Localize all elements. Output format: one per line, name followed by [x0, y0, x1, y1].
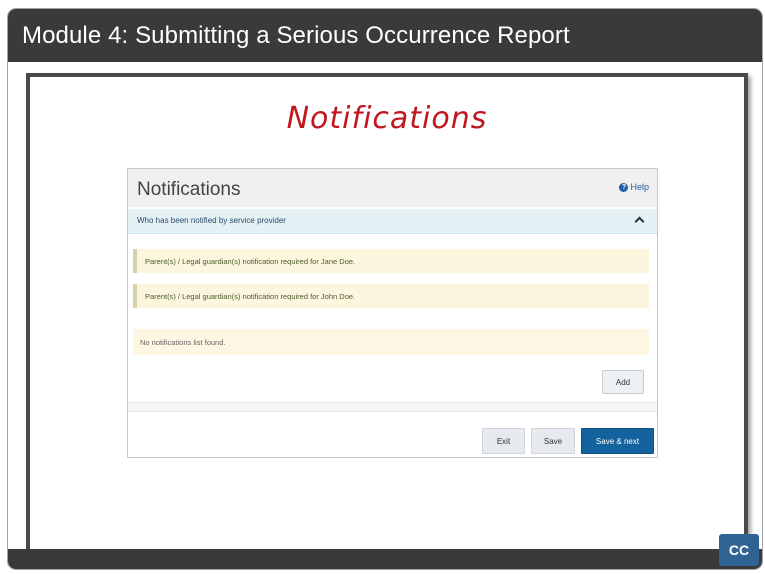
player-window: Module 4: Submitting a Serious Occurrenc…: [7, 8, 763, 570]
closed-captions-button[interactable]: CC: [719, 534, 759, 566]
alert-text: Parent(s) / Legal guardian(s) notificati…: [145, 257, 356, 266]
empty-message-text: No notifications list found.: [140, 338, 226, 347]
alert-text: Parent(s) / Legal guardian(s) notificati…: [145, 292, 356, 301]
module-title: Module 4: Submitting a Serious Occurrenc…: [22, 22, 570, 49]
divider: [128, 402, 657, 412]
alert-notification-john: Parent(s) / Legal guardian(s) notificati…: [133, 284, 649, 308]
empty-list-message: No notifications list found.: [133, 329, 649, 355]
help-label: Help: [630, 182, 649, 192]
exit-button[interactable]: Exit: [482, 428, 525, 454]
player-bottom-bar: [8, 549, 762, 569]
save-button[interactable]: Save: [531, 428, 575, 454]
chevron-up-icon[interactable]: [634, 216, 645, 227]
save-and-next-button[interactable]: Save & next: [581, 428, 654, 454]
add-button[interactable]: Add: [602, 370, 644, 394]
notifications-panel: Notifications ? Help Who has been notifi…: [127, 168, 658, 458]
section-accordion-header[interactable]: Who has been notified by service provide…: [128, 209, 657, 234]
panel-header: Notifications ? Help: [128, 169, 657, 207]
section-label: Who has been notified by service provide…: [137, 216, 286, 225]
slide-frame: Notifications Notifications ? Help Who h…: [26, 73, 748, 557]
slide-heading: Notifications: [286, 101, 488, 136]
alert-notification-jane: Parent(s) / Legal guardian(s) notificati…: [133, 249, 649, 273]
question-circle-icon: ?: [619, 182, 629, 192]
help-link[interactable]: ? Help: [619, 182, 649, 192]
panel-title: Notifications: [137, 179, 241, 200]
title-bar: Module 4: Submitting a Serious Occurrenc…: [8, 9, 762, 62]
